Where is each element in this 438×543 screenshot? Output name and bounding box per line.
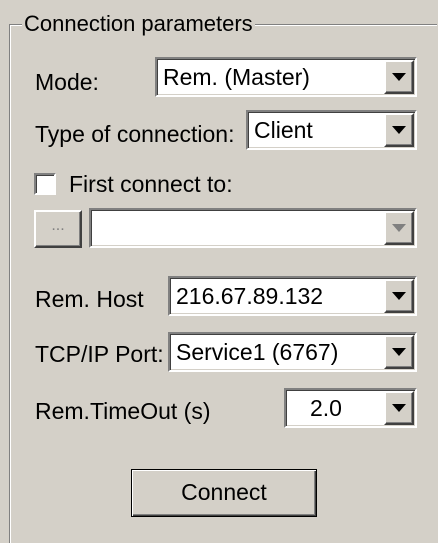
mode-value: Rem. (Master) bbox=[163, 64, 310, 90]
connect-button-label: Connect bbox=[181, 479, 267, 505]
chevron-down-icon bbox=[392, 73, 406, 81]
chevron-down-icon bbox=[392, 404, 406, 412]
connect-button[interactable]: Connect bbox=[131, 469, 317, 517]
mode-label: Mode: bbox=[35, 69, 99, 95]
connection-parameters-panel: Connection parameters Mode: Rem. (Master… bbox=[0, 0, 438, 543]
timeout-label: Rem.TimeOut (s) bbox=[35, 398, 211, 424]
connection-type-label: Type of connection: bbox=[35, 121, 235, 147]
browse-button-label: ... bbox=[51, 217, 65, 234]
first-connect-checkbox[interactable] bbox=[34, 173, 56, 195]
connection-type-value: Client bbox=[254, 117, 313, 143]
first-connect-dropdown-button[interactable] bbox=[384, 211, 414, 245]
chevron-down-icon bbox=[392, 292, 406, 300]
tcp-port-label: TCP/IP Port: bbox=[35, 341, 164, 367]
mode-combobox[interactable]: Rem. (Master) bbox=[155, 57, 417, 97]
chevron-down-icon bbox=[392, 126, 406, 134]
tcp-port-dropdown-button[interactable] bbox=[384, 335, 414, 369]
first-connect-combobox[interactable] bbox=[89, 208, 417, 248]
rem-host-label: Rem. Host bbox=[35, 286, 144, 312]
browse-button[interactable]: ... bbox=[34, 210, 82, 248]
mode-dropdown-button[interactable] bbox=[384, 60, 414, 94]
timeout-combobox[interactable]: 2.0 bbox=[284, 388, 417, 428]
connection-type-combobox[interactable]: Client bbox=[246, 110, 417, 150]
first-connect-label: First connect to: bbox=[69, 171, 233, 197]
timeout-value: 2.0 bbox=[310, 395, 342, 421]
rem-host-combobox[interactable]: 216.67.89.132 bbox=[168, 276, 417, 316]
tcp-port-value: Service1 (6767) bbox=[176, 339, 339, 365]
rem-host-value: 216.67.89.132 bbox=[176, 283, 324, 309]
chevron-down-icon bbox=[392, 348, 406, 356]
tcp-port-combobox[interactable]: Service1 (6767) bbox=[168, 332, 417, 372]
connection-type-dropdown-button[interactable] bbox=[384, 113, 414, 147]
group-title: Connection parameters bbox=[22, 11, 255, 36]
rem-host-dropdown-button[interactable] bbox=[384, 279, 414, 313]
chevron-down-icon bbox=[392, 224, 406, 232]
timeout-dropdown-button[interactable] bbox=[384, 391, 414, 425]
